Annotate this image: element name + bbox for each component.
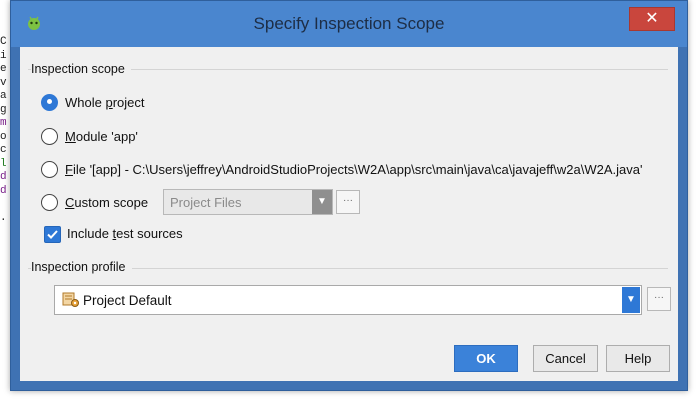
- radio-button-checked[interactable]: [41, 93, 58, 111]
- chevron-down-icon[interactable]: ▼: [622, 287, 640, 313]
- whole-project-label: Whole project: [65, 94, 145, 110]
- custom-scope-label: Custom scope: [65, 194, 149, 210]
- include-test-sources-checkbox[interactable]: [44, 226, 61, 243]
- cancel-button[interactable]: Cancel: [533, 345, 598, 372]
- checkmark-icon: [47, 230, 58, 239]
- ok-button[interactable]: OK: [454, 345, 518, 372]
- radio-custom-scope[interactable]: Custom scope: [41, 191, 148, 213]
- bg-char: v: [0, 76, 7, 89]
- radio-button[interactable]: [41, 127, 58, 145]
- bg-char: a: [0, 90, 7, 102]
- bg-char: C: [0, 36, 7, 48]
- radio-button[interactable]: [41, 160, 58, 178]
- inspection-profile-value: Project Default: [83, 293, 172, 308]
- title-bar[interactable]: Specify Inspection Scope ✕: [11, 1, 687, 47]
- bg-char: .: [0, 211, 7, 224]
- bg-char: c: [0, 144, 7, 156]
- ellipsis-icon: ···: [343, 195, 353, 206]
- bg-char: d: [0, 171, 7, 183]
- ellipsis-icon: ···: [654, 292, 664, 303]
- custom-scope-browse-button[interactable]: ···: [336, 190, 360, 214]
- scope-group-label: Inspection scope: [31, 62, 131, 76]
- chevron-down-icon[interactable]: ▼: [312, 190, 332, 214]
- bg-char: m: [0, 117, 7, 129]
- inspection-profile-icon: [62, 292, 79, 307]
- file-label: File '[app] - C:\Users\jeffrey\AndroidSt…: [65, 161, 643, 177]
- bg-char: g: [0, 103, 7, 116]
- help-button[interactable]: Help: [606, 345, 670, 372]
- include-test-sources-label: Include test sources: [67, 226, 183, 241]
- bg-char: e: [0, 63, 7, 75]
- close-button[interactable]: ✕: [629, 7, 675, 31]
- custom-scope-value: Project Files: [170, 195, 242, 210]
- radio-whole-project[interactable]: Whole project: [41, 91, 145, 113]
- radio-file[interactable]: File '[app] - C:\Users\jeffrey\AndroidSt…: [41, 158, 642, 180]
- close-icon: ✕: [645, 10, 659, 27]
- dialog-title: Specify Inspection Scope: [253, 14, 445, 33]
- inspection-profile-browse-button[interactable]: ···: [647, 287, 671, 311]
- radio-module[interactable]: Module 'app': [41, 125, 138, 147]
- bg-char: o: [0, 130, 7, 143]
- inspection-profile-dropdown[interactable]: Project Default ▼: [54, 285, 642, 315]
- bg-char: i: [0, 49, 7, 62]
- dialog-body: Inspection scope Whole project Module 'a…: [20, 47, 678, 381]
- radio-button[interactable]: [41, 193, 58, 211]
- specify-inspection-scope-dialog: Specify Inspection Scope ✕ Inspection sc…: [10, 0, 688, 391]
- bg-char: l: [0, 157, 7, 170]
- profile-group-label: Inspection profile: [31, 260, 132, 274]
- module-label: Module 'app': [65, 128, 138, 144]
- custom-scope-dropdown[interactable]: Project Files ▼: [163, 189, 333, 215]
- bg-char: d: [0, 184, 7, 197]
